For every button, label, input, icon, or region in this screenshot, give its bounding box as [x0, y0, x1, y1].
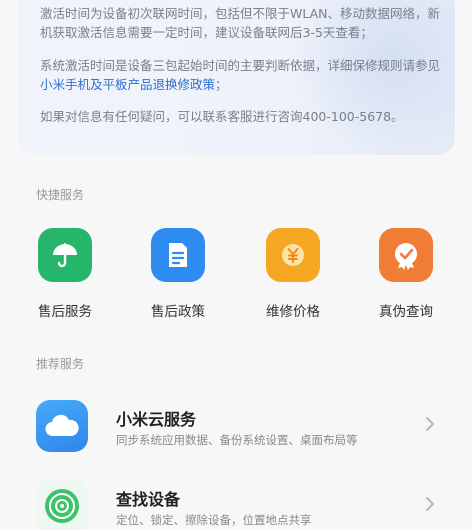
recommended-item-cloud[interactable]: 小米云服务 同步系统应用数据、备份系统设置、桌面布局等 — [36, 396, 446, 456]
chevron-right-icon — [426, 417, 434, 431]
info-paragraph-2-end: ； — [215, 77, 228, 92]
recommended-services-title: 推荐服务 — [36, 357, 85, 371]
recommended-item-title: 小米云服务 — [116, 410, 197, 429]
cloud-icon — [36, 400, 88, 452]
quick-item-repair-price[interactable]: 维修价格 — [253, 228, 333, 320]
quick-item-label: 真伪查询 — [379, 304, 433, 320]
warranty-policy-link[interactable]: 小米手机及平板产品退换修政策 — [40, 77, 215, 92]
quick-services-grid: 售后服务 售后政策 维修价格 真伪查询 — [0, 228, 472, 328]
quick-services-title: 快捷服务 — [36, 188, 85, 202]
chevron-right-icon — [426, 497, 434, 511]
activation-info-card: 激活时间为设备初次联网时间，包括但不限于WLAN、移动数据网络，新机获取激活信息… — [18, 0, 455, 155]
quick-item-after-sales[interactable]: 售后服务 — [25, 228, 105, 320]
quick-item-label: 售后服务 — [38, 304, 92, 320]
quick-item-label: 售后政策 — [151, 304, 205, 320]
recommended-item-subtitle: 定位、锁定、擦除设备，位置地点共享 — [116, 513, 312, 527]
document-icon — [151, 228, 205, 282]
recommended-item-subtitle: 同步系统应用数据、备份系统设置、桌面布局等 — [116, 433, 358, 447]
verified-check-icon — [379, 228, 433, 282]
radar-icon — [36, 480, 88, 530]
info-paragraph-3: 如果对信息有任何疑问，可以联系客服进行咨询400-100-5678。 — [40, 109, 404, 124]
yuan-coin-icon — [266, 228, 320, 282]
recommended-item-title: 查找设备 — [116, 490, 181, 509]
info-paragraph-1: 激活时间为设备初次联网时间，包括但不限于WLAN、移动数据网络，新机获取激活信息… — [40, 6, 441, 40]
umbrella-icon — [38, 228, 92, 282]
info-paragraph-2: 系统激活时间是设备三包起始时间的主要判断依据，详细保修规则请参见小米手机及平板产… — [40, 56, 450, 94]
quick-item-authenticity[interactable]: 真伪查询 — [366, 228, 446, 320]
quick-item-policy[interactable]: 售后政策 — [138, 228, 218, 320]
recommended-item-find-device[interactable]: 查找设备 定位、锁定、擦除设备，位置地点共享 — [36, 476, 446, 530]
info-paragraph-2-text: 系统激活时间是设备三包起始时间的主要判断依据，详细保修规则请参见 — [40, 58, 441, 73]
quick-item-label: 维修价格 — [266, 304, 320, 320]
